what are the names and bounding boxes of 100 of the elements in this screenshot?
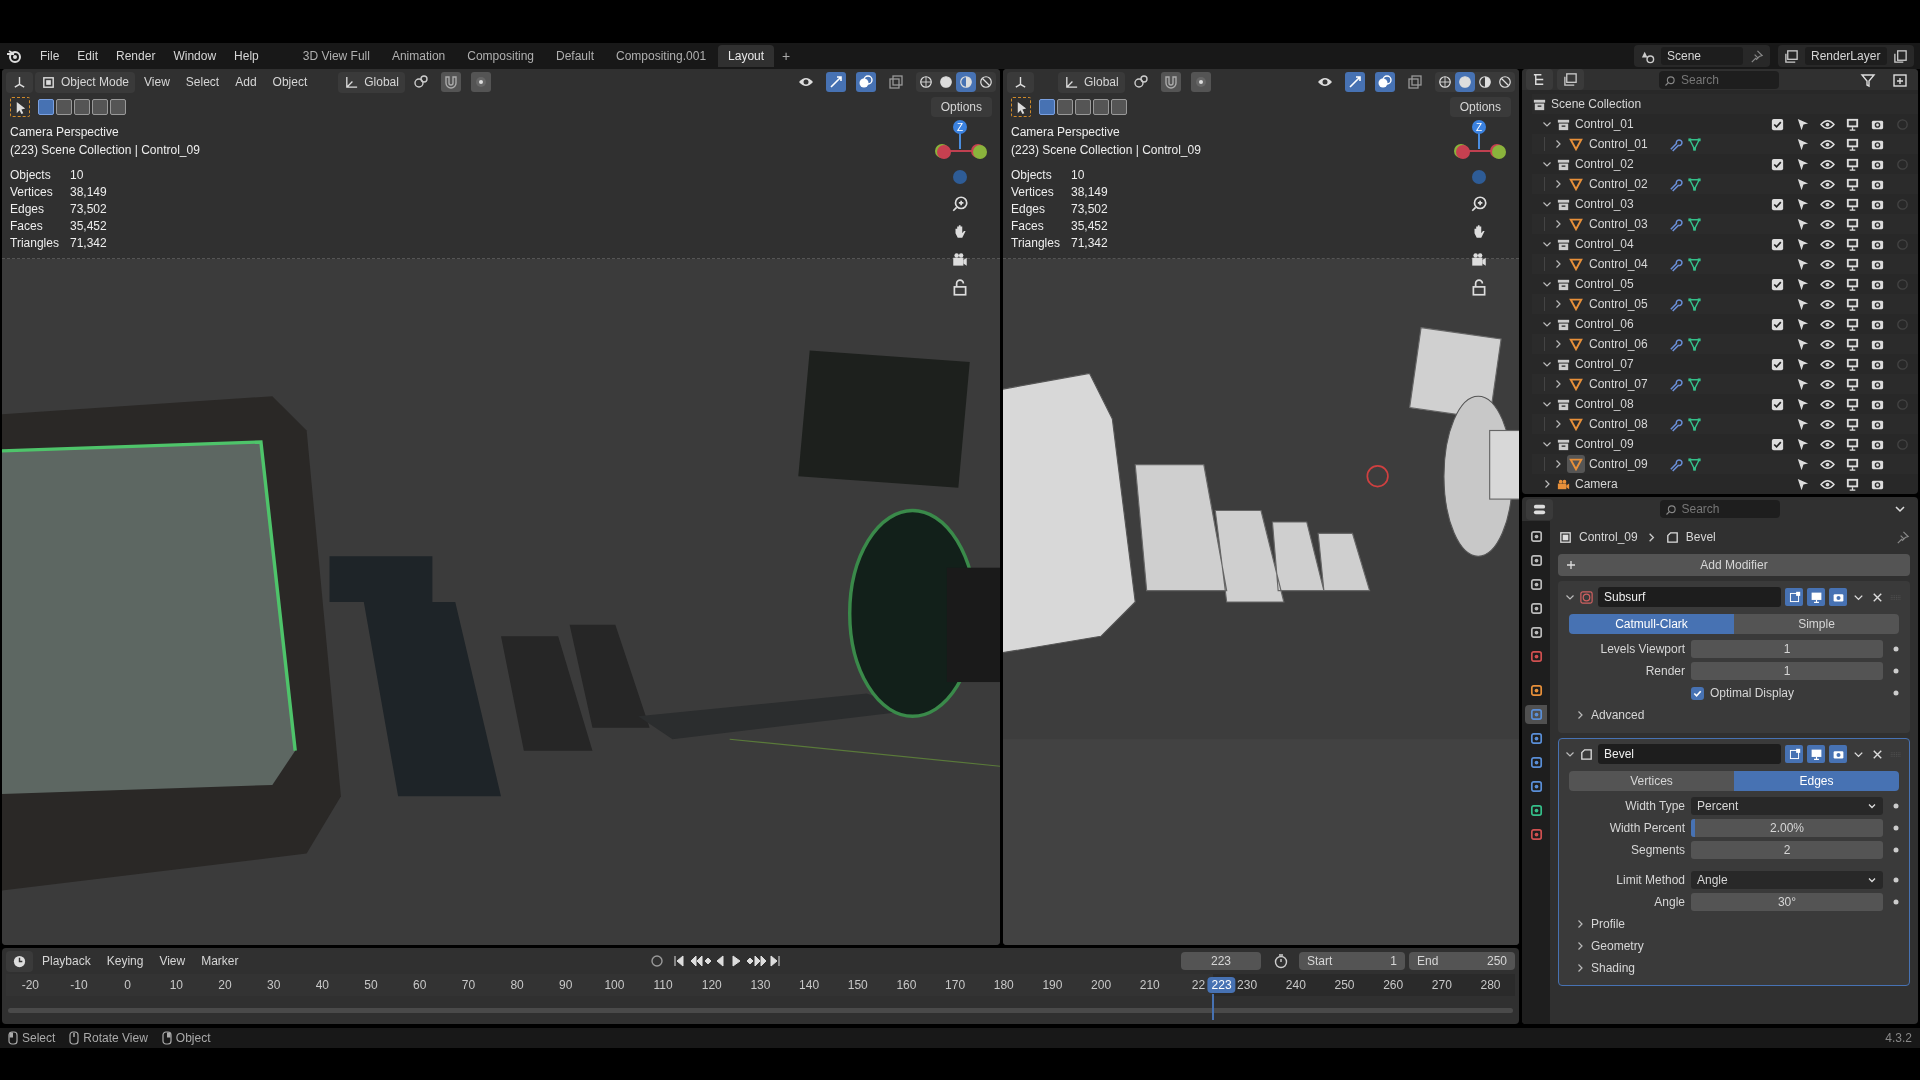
selection-mode-button[interactable] (74, 99, 90, 115)
monitor-icon[interactable] (1845, 156, 1860, 172)
monitor-icon[interactable] (1845, 236, 1860, 252)
outliner-item-name[interactable]: Control_07 (1589, 377, 1648, 391)
outliner-item-name[interactable]: Control_09 (1589, 457, 1648, 471)
dropdown-field[interactable]: Percent (1691, 797, 1883, 815)
zoom-icon[interactable] (1470, 195, 1488, 213)
select-arrow-icon[interactable] (1795, 316, 1810, 332)
select-tool-button[interactable] (10, 97, 30, 117)
monitor-icon[interactable] (1845, 276, 1860, 292)
outliner-item-name[interactable]: Control_06 (1575, 317, 1634, 331)
overlay-toggle-icon[interactable] (1375, 72, 1395, 92)
add-modifier-button[interactable]: Add Modifier (1558, 554, 1910, 576)
wrench-icon[interactable] (1667, 456, 1683, 472)
keyframe-dot-icon[interactable] (1893, 646, 1899, 652)
menu-item[interactable]: Render (108, 46, 164, 66)
mode-toggle-button[interactable]: Simple (1734, 614, 1899, 634)
viewport-toggle[interactable] (1807, 745, 1825, 763)
selection-mode-button[interactable] (1093, 99, 1109, 115)
outliner-item-name[interactable]: Control_05 (1589, 297, 1648, 311)
wrench-icon[interactable] (1667, 216, 1683, 232)
subpanel-header[interactable]: Profile (1565, 913, 1903, 935)
mode-toggle-button[interactable]: Edges (1734, 771, 1899, 791)
viewport-menu-item[interactable]: View (137, 72, 177, 92)
outliner-item-name[interactable]: Control_07 (1575, 357, 1634, 371)
outliner-item-name[interactable]: Control_01 (1589, 137, 1648, 151)
select-arrow-icon[interactable] (1795, 296, 1810, 312)
checkbox[interactable] (1770, 396, 1785, 412)
scrollbar[interactable] (8, 1007, 1513, 1013)
keyframe-dot-icon[interactable] (1893, 690, 1899, 696)
axis-gizmo-drawing[interactable]: Z (930, 119, 990, 185)
select-arrow-icon[interactable] (1795, 396, 1810, 412)
monitor-icon[interactable] (1845, 176, 1860, 192)
monitor-icon[interactable] (1845, 376, 1860, 392)
monitor-icon[interactable] (1845, 356, 1860, 372)
camera-icon[interactable] (1470, 251, 1488, 269)
shading-mode-button[interactable] (956, 72, 976, 92)
timeline-menu-item[interactable]: View (152, 951, 193, 971)
mesh-data-icon[interactable] (1686, 456, 1702, 472)
select-arrow-icon[interactable] (1795, 276, 1810, 292)
mesh-data-icon[interactable] (1686, 376, 1702, 392)
orientation-dropdown[interactable]: Global (1058, 71, 1125, 93)
workspace-tab[interactable]: Default (546, 45, 604, 67)
mesh-data-icon[interactable] (1686, 176, 1702, 192)
select-arrow-icon[interactable] (1795, 416, 1810, 432)
dropdown-field[interactable]: Angle (1691, 871, 1883, 889)
keyframe-dot-icon[interactable] (1893, 899, 1899, 905)
workspace-tab[interactable]: Layout (718, 45, 775, 67)
gizmo-toggle-icon[interactable] (1345, 72, 1365, 92)
keyframe-dot-icon[interactable] (1893, 803, 1899, 809)
lock-icon[interactable] (951, 279, 969, 297)
timeline-menu-item[interactable]: Marker (194, 951, 246, 971)
monitor-icon[interactable] (1845, 396, 1860, 412)
edit-mode-toggle[interactable] (1785, 745, 1803, 763)
menu-item[interactable]: Help (226, 46, 267, 66)
menu-item[interactable]: Window (165, 46, 225, 66)
keyframe-dot-icon[interactable] (1893, 668, 1899, 674)
scene-selector[interactable]: Scene (1634, 45, 1770, 67)
timeline-menu-item[interactable]: Keying (99, 951, 151, 971)
axis-gizmo-drawing[interactable]: Z (1449, 119, 1509, 185)
viewport-menu-item[interactable]: Select (178, 72, 227, 92)
outliner-item-name[interactable]: Control_01 (1575, 117, 1634, 131)
select-arrow-icon[interactable] (1795, 356, 1810, 372)
outliner-item-name[interactable]: Control_02 (1575, 157, 1634, 171)
lock-icon[interactable] (1470, 279, 1488, 297)
editor-type-button[interactable] (1526, 498, 1553, 520)
editor-type-button[interactable] (6, 71, 33, 93)
outliner-item-name[interactable]: Camera (1575, 477, 1618, 491)
monitor-icon[interactable] (1845, 476, 1860, 492)
options-dropdown[interactable]: Options (930, 97, 992, 117)
select-arrow-icon[interactable] (1795, 176, 1810, 192)
wrench-icon[interactable] (1667, 296, 1683, 312)
modifier-name-field[interactable]: Subsurf (1598, 587, 1781, 607)
proportional-edit-icon[interactable] (470, 72, 491, 92)
render-toggle[interactable] (1829, 745, 1847, 763)
select-arrow-icon[interactable] (1795, 436, 1810, 452)
menu-item[interactable]: Edit (69, 46, 107, 66)
proportional-edit-icon[interactable] (1190, 72, 1211, 92)
select-tool-button[interactable] (1011, 97, 1031, 117)
camera-icon[interactable] (951, 251, 969, 269)
display-mode-button[interactable] (1557, 69, 1584, 90)
view-layer-selector[interactable]: RenderLayer (1778, 45, 1914, 67)
select-arrow-icon[interactable] (1795, 116, 1810, 132)
monitor-icon[interactable] (1845, 116, 1860, 132)
checkbox[interactable] (1770, 276, 1785, 292)
mode-toggle-button[interactable]: Vertices (1569, 771, 1734, 791)
workspace-tab[interactable]: Compositing (457, 45, 544, 67)
number-field[interactable]: 1 (1691, 662, 1883, 680)
current-frame-field[interactable]: 223 (1181, 952, 1261, 970)
mode-toggle-button[interactable]: Catmull-Clark (1569, 614, 1734, 634)
monitor-icon[interactable] (1845, 316, 1860, 332)
select-arrow-icon[interactable] (1795, 136, 1810, 152)
viewport-menu-item[interactable]: Add (228, 72, 264, 92)
mesh-data-icon[interactable] (1686, 296, 1702, 312)
monitor-icon[interactable] (1845, 336, 1860, 352)
selection-mode-button[interactable] (1075, 99, 1091, 115)
add-workspace-button[interactable]: + (776, 46, 797, 66)
zoom-icon[interactable] (951, 195, 969, 213)
search-field[interactable]: Search (1659, 70, 1779, 89)
checkbox[interactable] (1770, 236, 1785, 252)
